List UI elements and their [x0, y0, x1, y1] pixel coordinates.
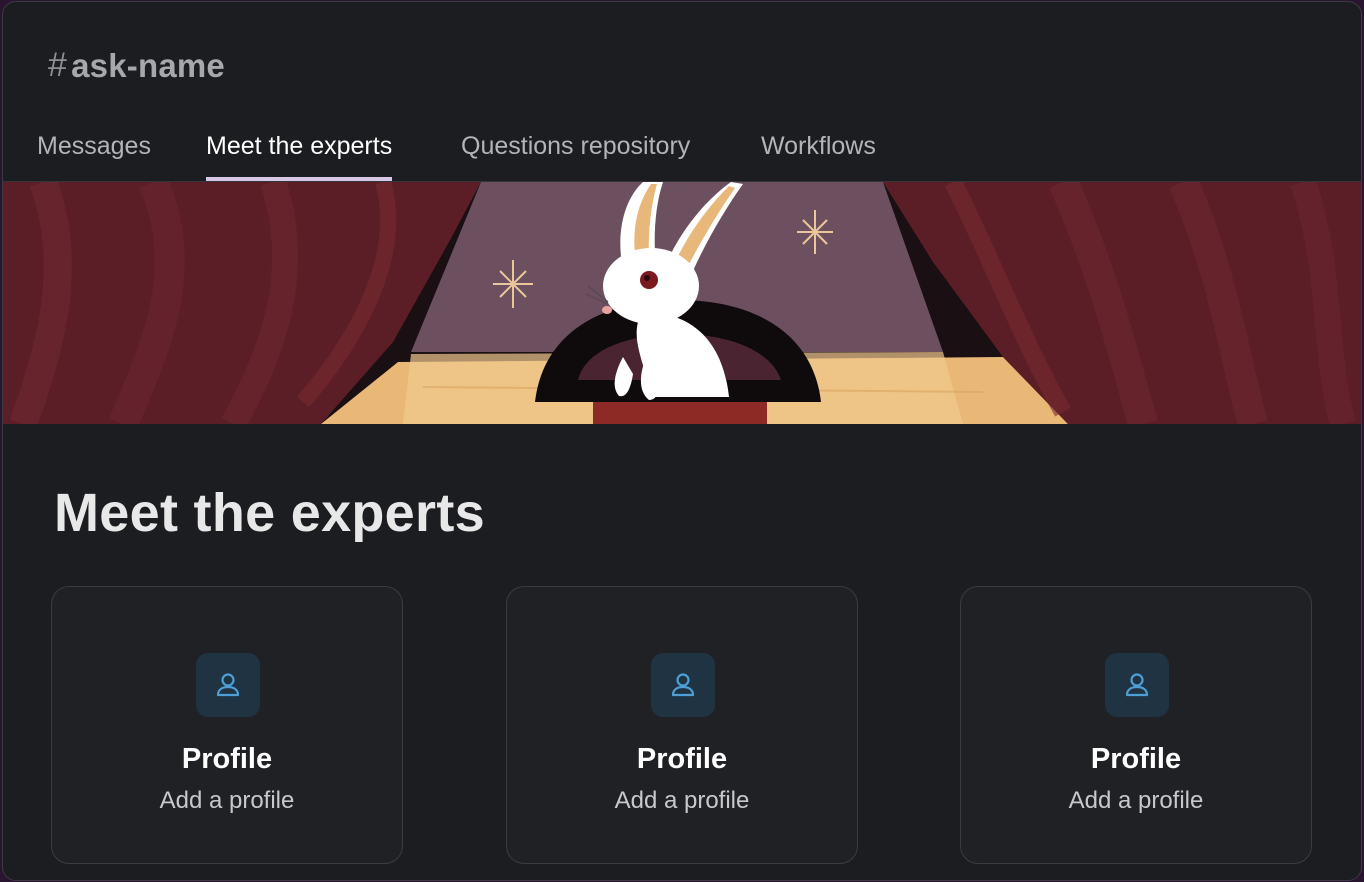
card-title: Profile — [1090, 743, 1182, 775]
tab-messages[interactable]: Messages — [37, 132, 151, 181]
tab-meet-the-experts[interactable]: Meet the experts — [206, 132, 393, 181]
user-icon — [651, 653, 715, 717]
channel-title[interactable]: # ask-name — [48, 46, 225, 85]
card-title: Profile — [636, 743, 728, 775]
profile-card-1[interactable]: Profile Add a profile — [51, 586, 403, 864]
user-icon — [1105, 653, 1169, 717]
section-title: Meet the experts — [54, 483, 485, 543]
channel-name: ask-name — [71, 46, 225, 84]
profile-card-3[interactable]: Profile Add a profile — [960, 586, 1312, 864]
card-title: Profile — [181, 743, 273, 775]
channel-window: # ask-name Messages Meet the experts Que… — [2, 1, 1362, 881]
user-icon — [196, 653, 260, 717]
banner-illustration — [3, 182, 1361, 424]
card-subtitle: Add a profile — [1068, 787, 1204, 814]
channel-hash-icon: # — [48, 46, 68, 84]
tab-workflows[interactable]: Workflows — [761, 132, 876, 181]
tab-questions-repository[interactable]: Questions repository — [461, 132, 690, 181]
card-subtitle: Add a profile — [614, 787, 750, 814]
card-subtitle: Add a profile — [159, 787, 295, 814]
profile-card-2[interactable]: Profile Add a profile — [506, 586, 858, 864]
channel-tabs: Messages Meet the experts Questions repo… — [3, 124, 1361, 182]
